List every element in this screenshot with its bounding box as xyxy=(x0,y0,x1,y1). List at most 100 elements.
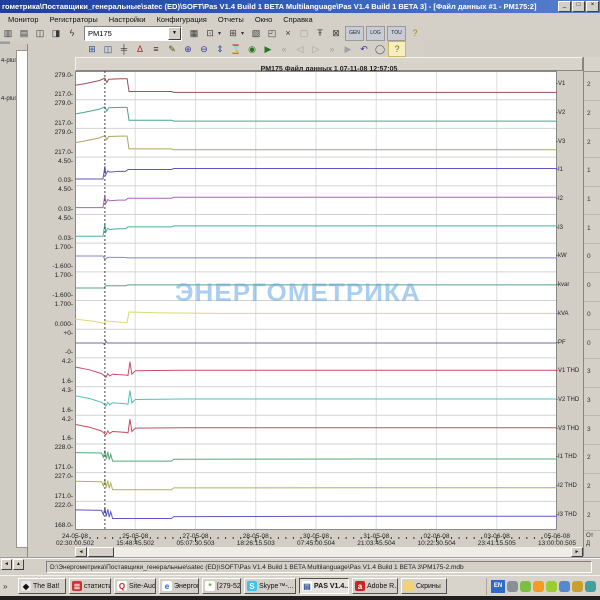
device-selector[interactable]: PM175 ▼ xyxy=(84,26,182,41)
series-label-v1-thd: -V1 THD xyxy=(556,368,579,374)
language-indicator[interactable]: EN xyxy=(491,580,505,593)
analyzer-icon[interactable]: ⊞ xyxy=(225,26,241,40)
open-icon[interactable]: ▥ xyxy=(0,26,16,40)
taskbar-button-stats[interactable]: ≣статисти... xyxy=(69,578,111,594)
y-max-kw: 1.700- xyxy=(55,244,73,251)
y-min-i2-thd: 171.0- xyxy=(55,493,73,500)
y-max-i1-thd: 228.0- xyxy=(55,444,73,451)
taskbar-button-skype[interactable]: SSkype™-... xyxy=(244,578,296,594)
menu-item-отчеты[interactable]: Отчеты xyxy=(218,15,244,24)
taskbar-button-bat[interactable]: ◆The Bat! xyxy=(18,578,66,594)
network-icon[interactable] xyxy=(585,581,596,592)
time-window-icon[interactable]: ⌛ xyxy=(228,42,244,56)
dual-pane-icon[interactable]: ◫ xyxy=(100,42,116,56)
mini-scroll-button[interactable]: ▲ xyxy=(13,559,24,570)
menu-item-монитор[interactable]: Монитор xyxy=(8,15,39,24)
x-label-date: 28-05-08 xyxy=(225,533,287,540)
site-auditor-icon: Q xyxy=(117,581,127,591)
series-label-i2: -I2 xyxy=(556,196,563,202)
scrollbar-thumb[interactable] xyxy=(88,547,114,557)
taskbar-button-folder[interactable]: Скрины xyxy=(401,578,447,594)
monitor-icon[interactable]: ⊡ xyxy=(202,26,218,40)
chevron-down-icon[interactable]: ▼ xyxy=(168,27,181,40)
view-all-icon[interactable]: ◉ xyxy=(244,42,260,56)
scroll-right-icon[interactable]: ► xyxy=(571,547,583,557)
properties-icon[interactable]: ◨ xyxy=(48,26,64,40)
data-window-icon[interactable]: ◫ xyxy=(32,26,48,40)
taskbar-button-browser[interactable]: eЭнергом... xyxy=(159,578,199,594)
menu-item-конфигурация[interactable]: Конфигурация xyxy=(157,15,207,24)
y-min-kva: 0.000- xyxy=(55,321,73,328)
table-view-icon[interactable]: ⊞ xyxy=(84,42,100,56)
log-device-button[interactable]: LOG xyxy=(366,26,385,41)
report-icon[interactable]: ◰ xyxy=(264,26,280,40)
status-lime-icon[interactable] xyxy=(546,581,557,592)
setup-grid-icon[interactable]: ⊠ xyxy=(328,26,344,40)
minimize-button[interactable]: _ xyxy=(558,1,571,12)
horizontal-scrollbar[interactable]: ◄ ► xyxy=(75,547,583,557)
adobe-icon: a xyxy=(355,581,365,591)
panel-value: 2 xyxy=(587,81,591,88)
zoom-out-icon[interactable]: ⊖ xyxy=(196,42,212,56)
monitor-icon-dropdown[interactable]: ▾ xyxy=(218,30,225,37)
x-label-date: 03-06-08 xyxy=(466,533,528,540)
gen-device-button[interactable]: GEN xyxy=(345,26,364,41)
analyzer-icon-dropdown[interactable]: ▾ xyxy=(241,30,248,37)
monitor-icon[interactable] xyxy=(559,581,570,592)
panel-value: 2 xyxy=(587,139,591,146)
y-min-kw: -1.600- xyxy=(52,263,73,270)
panel-value: 2 xyxy=(587,512,591,519)
y-min-i1: 0.03- xyxy=(58,177,73,184)
maximize-button[interactable]: □ xyxy=(572,1,585,12)
series-label-v2: -V2 xyxy=(556,110,565,116)
panel-value: 3 xyxy=(587,368,591,375)
taskbar-overflow-chevron[interactable]: » xyxy=(3,582,15,591)
undo-zoom-icon[interactable]: ↶ xyxy=(356,42,372,56)
go-end-icon[interactable]: ▶ xyxy=(260,42,276,56)
x-label-date: 05-06-08 xyxy=(526,533,588,540)
taskbar-button-pas[interactable]: ▤PAS V1.4... xyxy=(299,578,349,594)
menu-item-регистраторы[interactable]: Регистраторы xyxy=(50,15,98,24)
fit-vertical-icon[interactable]: ⇕ xyxy=(212,42,228,56)
taskbar-button-label: Энергом... xyxy=(174,583,199,590)
edit-icon[interactable]: ✎ xyxy=(164,42,180,56)
tou-device-button[interactable]: TOU xyxy=(387,26,406,41)
series-label-v1: -V1 xyxy=(556,81,565,87)
plot-area[interactable]: ЭНЕРГОМЕТРИКА xyxy=(75,71,557,530)
menu-item-окно[interactable]: Окно xyxy=(255,15,272,24)
legend-icon[interactable]: ≡ xyxy=(148,42,164,56)
panel-row-separator xyxy=(584,128,600,129)
main-toolbar-left-group: ▥▤◫◨ϟ xyxy=(0,26,80,40)
menu-item-настройки[interactable]: Настройки xyxy=(109,15,146,24)
taskbar-button-site-auditor[interactable]: QSite-Aud... xyxy=(114,578,156,594)
print-icon[interactable]: ▤ xyxy=(16,26,32,40)
close-button[interactable]: × xyxy=(586,1,599,12)
volume-icon[interactable] xyxy=(572,581,583,592)
menu-item-справка[interactable]: Справка xyxy=(283,15,312,24)
scroll-left-icon[interactable]: ◄ xyxy=(75,547,87,557)
panel-row-separator xyxy=(584,387,600,388)
taskbar-button-adobe[interactable]: aAdobe R... xyxy=(352,578,398,594)
y-max-v1-thd: 4.2- xyxy=(62,358,73,365)
pole-icon[interactable]: Ŧ xyxy=(312,26,328,40)
y-min-i3: 0.03- xyxy=(58,235,73,242)
status-green-icon[interactable] xyxy=(520,581,531,592)
image-icon[interactable]: ▧ xyxy=(248,26,264,40)
marker-icon[interactable]: ╪ xyxy=(116,42,132,56)
x-axis: 24-05-0802:30:00.50225-05-0815:48:45.502… xyxy=(75,530,557,547)
first-page-icon: « xyxy=(276,42,292,56)
panel-row-separator xyxy=(584,358,600,359)
device-setup-icon[interactable]: ▦ xyxy=(186,26,202,40)
help-icon[interactable]: ? xyxy=(407,26,423,40)
connect-icon[interactable]: ϟ xyxy=(64,26,80,40)
zoom-in-icon[interactable]: ⊕ xyxy=(180,42,196,56)
status-orange-icon[interactable] xyxy=(533,581,544,592)
close-file-icon[interactable]: × xyxy=(280,26,296,40)
panel-value: 0 xyxy=(587,311,591,318)
mini-scroll-button[interactable]: ◄ xyxy=(1,559,12,570)
printer-icon[interactable] xyxy=(507,581,518,592)
stop-icon[interactable]: ◯ xyxy=(372,42,388,56)
taskbar-button-icq[interactable]: *[279-528... xyxy=(202,578,241,594)
delta-icon[interactable]: Δ xyxy=(132,42,148,56)
help-icon[interactable]: ? xyxy=(388,41,406,57)
